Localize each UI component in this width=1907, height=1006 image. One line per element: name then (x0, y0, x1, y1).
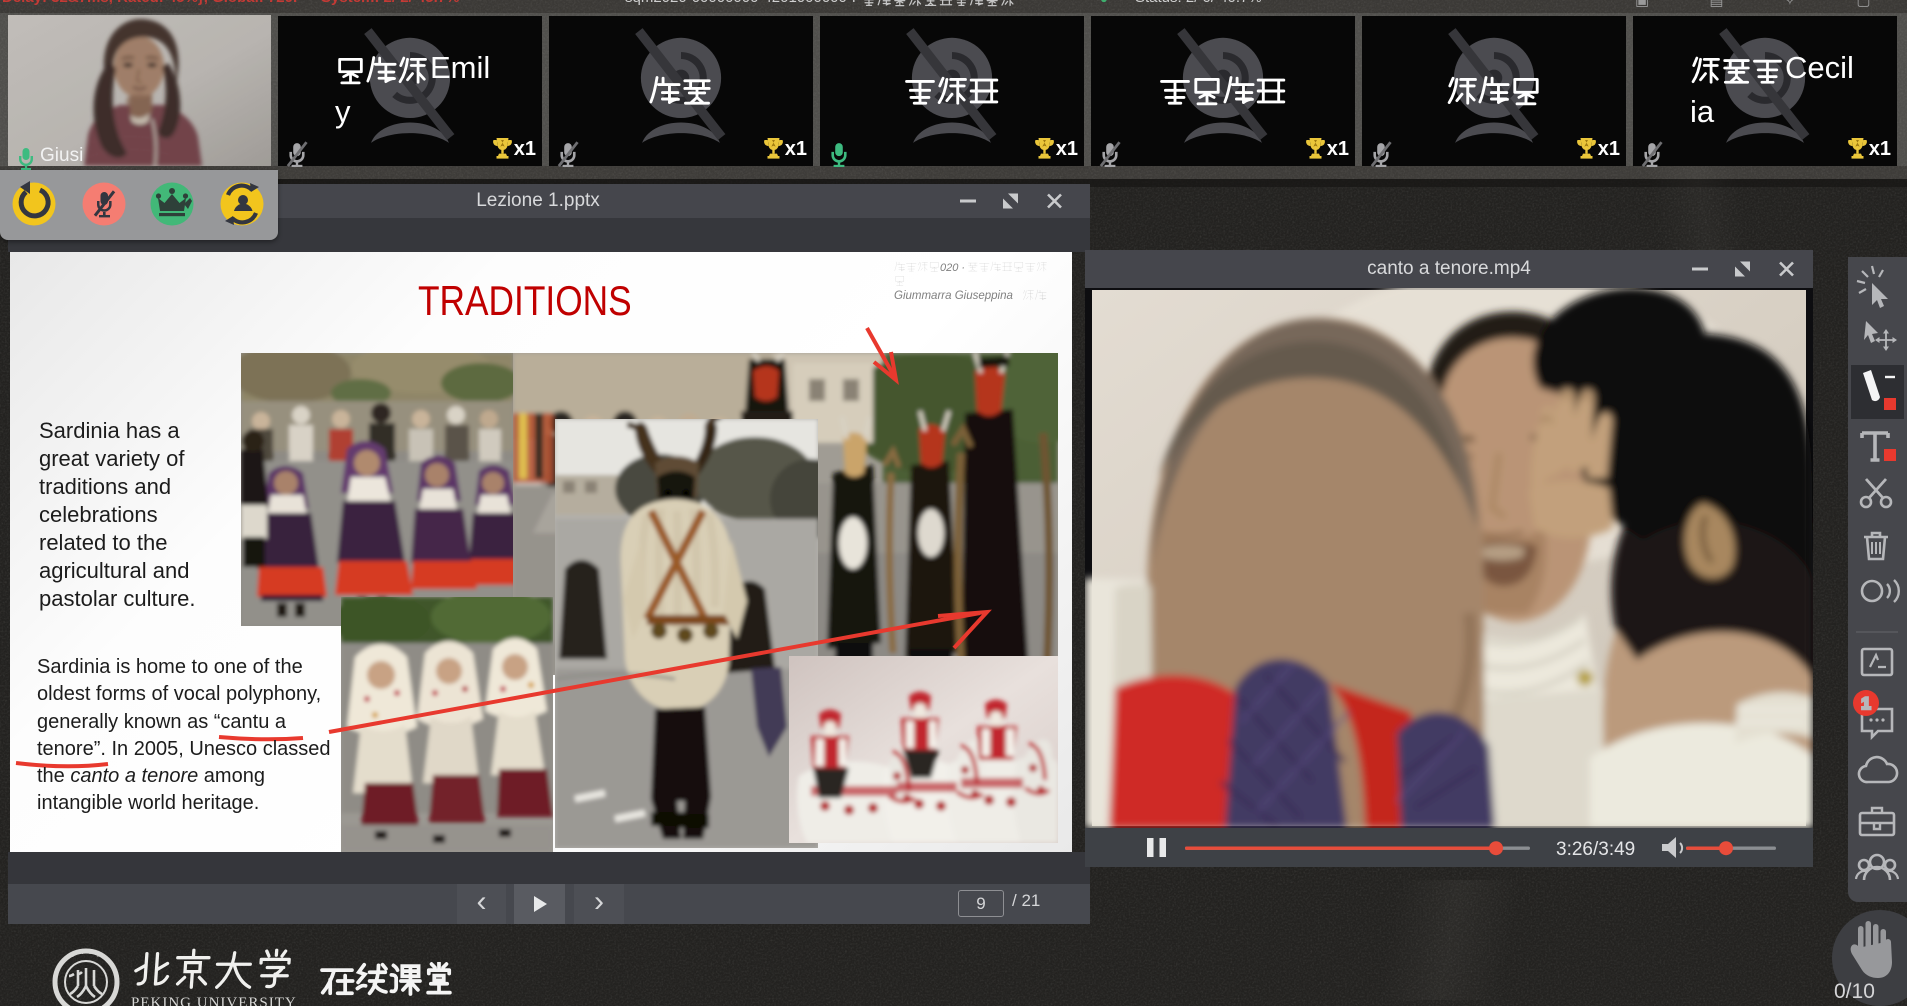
svg-text:3:26/3:49: 3:26/3:49 (1556, 839, 1635, 860)
svg-text:N: N (97, 953, 102, 959)
svg-text:G: G (106, 959, 111, 965)
svg-text:1: 1 (1861, 694, 1870, 713)
svg-text:I: I (89, 950, 91, 956)
svg-text:K: K (79, 950, 84, 956)
svg-text:E: E (70, 953, 74, 959)
